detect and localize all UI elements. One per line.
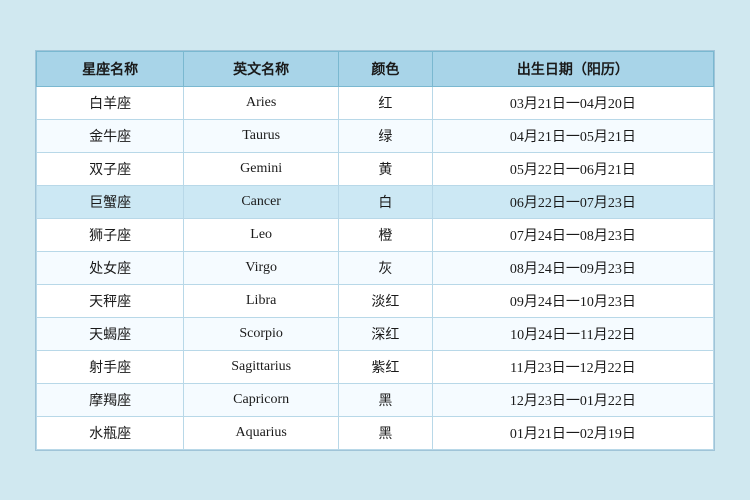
table-header-row: 星座名称 英文名称 颜色 出生日期（阳历） <box>37 51 714 86</box>
cell-dates: 12月23日一01月22日 <box>432 383 713 416</box>
cell-chinese-name: 水瓶座 <box>37 416 184 449</box>
cell-english-name: Libra <box>184 284 339 317</box>
header-chinese-name: 星座名称 <box>37 51 184 86</box>
table-row: 射手座Sagittarius紫红11月23日一12月22日 <box>37 350 714 383</box>
cell-english-name: Aries <box>184 86 339 119</box>
table-row: 金牛座Taurus绿04月21日一05月21日 <box>37 119 714 152</box>
cell-chinese-name: 狮子座 <box>37 218 184 251</box>
cell-english-name: Gemini <box>184 152 339 185</box>
cell-chinese-name: 射手座 <box>37 350 184 383</box>
cell-english-name: Leo <box>184 218 339 251</box>
table-row: 狮子座Leo橙07月24日一08月23日 <box>37 218 714 251</box>
cell-chinese-name: 处女座 <box>37 251 184 284</box>
table-row: 白羊座Aries红03月21日一04月20日 <box>37 86 714 119</box>
cell-color: 白 <box>339 185 433 218</box>
cell-color: 黑 <box>339 383 433 416</box>
cell-chinese-name: 巨蟹座 <box>37 185 184 218</box>
cell-color: 红 <box>339 86 433 119</box>
cell-color: 绿 <box>339 119 433 152</box>
cell-chinese-name: 摩羯座 <box>37 383 184 416</box>
cell-dates: 11月23日一12月22日 <box>432 350 713 383</box>
zodiac-table: 星座名称 英文名称 颜色 出生日期（阳历） 白羊座Aries红03月21日一04… <box>36 51 714 450</box>
cell-color: 灰 <box>339 251 433 284</box>
table-row: 巨蟹座Cancer白06月22日一07月23日 <box>37 185 714 218</box>
cell-english-name: Taurus <box>184 119 339 152</box>
cell-dates: 04月21日一05月21日 <box>432 119 713 152</box>
table-row: 天秤座Libra淡红09月24日一10月23日 <box>37 284 714 317</box>
cell-english-name: Cancer <box>184 185 339 218</box>
cell-dates: 07月24日一08月23日 <box>432 218 713 251</box>
header-english-name: 英文名称 <box>184 51 339 86</box>
cell-dates: 03月21日一04月20日 <box>432 86 713 119</box>
table-row: 水瓶座Aquarius黑01月21日一02月19日 <box>37 416 714 449</box>
cell-dates: 06月22日一07月23日 <box>432 185 713 218</box>
cell-english-name: Sagittarius <box>184 350 339 383</box>
cell-color: 深红 <box>339 317 433 350</box>
header-dates: 出生日期（阳历） <box>432 51 713 86</box>
cell-dates: 05月22日一06月21日 <box>432 152 713 185</box>
cell-chinese-name: 金牛座 <box>37 119 184 152</box>
cell-color: 黑 <box>339 416 433 449</box>
table-row: 摩羯座Capricorn黑12月23日一01月22日 <box>37 383 714 416</box>
cell-color: 紫红 <box>339 350 433 383</box>
cell-chinese-name: 白羊座 <box>37 86 184 119</box>
table-body: 白羊座Aries红03月21日一04月20日金牛座Taurus绿04月21日一0… <box>37 86 714 449</box>
table-row: 天蝎座Scorpio深红10月24日一11月22日 <box>37 317 714 350</box>
cell-chinese-name: 双子座 <box>37 152 184 185</box>
header-color: 颜色 <box>339 51 433 86</box>
table-row: 处女座Virgo灰08月24日一09月23日 <box>37 251 714 284</box>
cell-color: 橙 <box>339 218 433 251</box>
cell-english-name: Virgo <box>184 251 339 284</box>
cell-dates: 09月24日一10月23日 <box>432 284 713 317</box>
table-row: 双子座Gemini黄05月22日一06月21日 <box>37 152 714 185</box>
cell-dates: 10月24日一11月22日 <box>432 317 713 350</box>
cell-english-name: Capricorn <box>184 383 339 416</box>
cell-color: 黄 <box>339 152 433 185</box>
cell-chinese-name: 天秤座 <box>37 284 184 317</box>
zodiac-table-wrapper: 星座名称 英文名称 颜色 出生日期（阳历） 白羊座Aries红03月21日一04… <box>35 50 715 451</box>
cell-dates: 01月21日一02月19日 <box>432 416 713 449</box>
cell-dates: 08月24日一09月23日 <box>432 251 713 284</box>
cell-chinese-name: 天蝎座 <box>37 317 184 350</box>
cell-color: 淡红 <box>339 284 433 317</box>
cell-english-name: Scorpio <box>184 317 339 350</box>
cell-english-name: Aquarius <box>184 416 339 449</box>
